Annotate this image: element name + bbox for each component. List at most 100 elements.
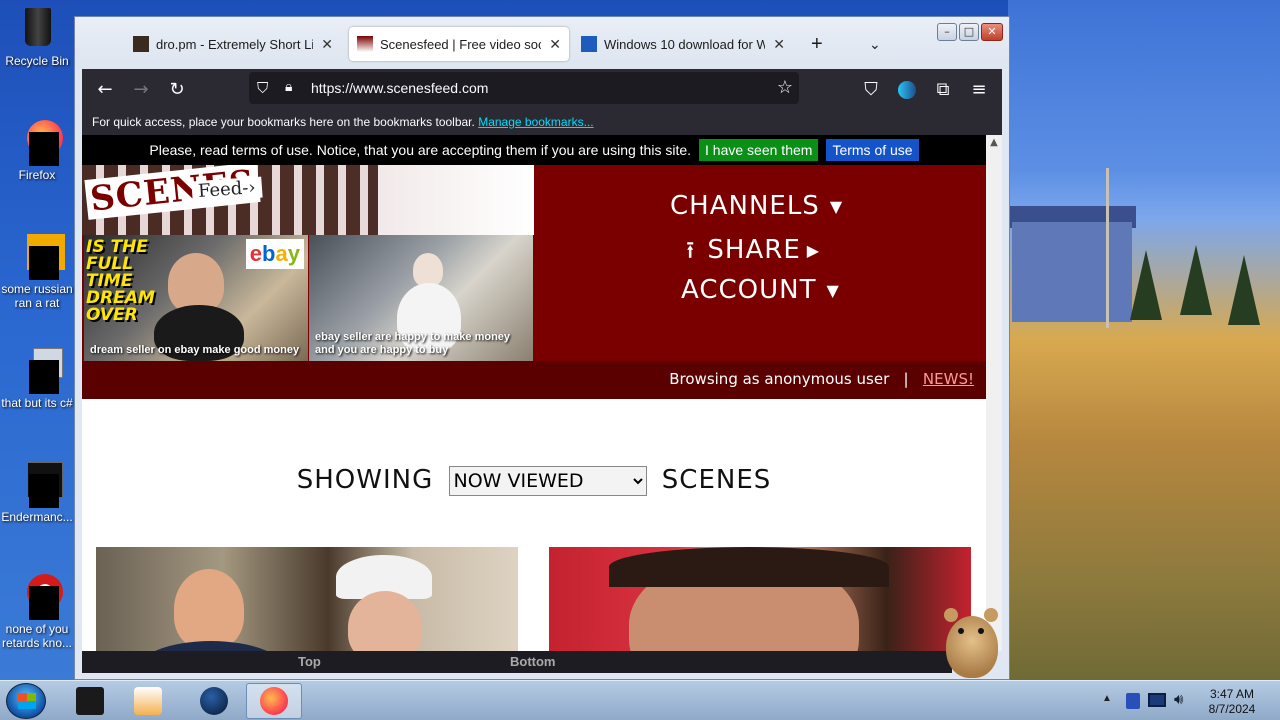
terminal-icon	[15, 462, 63, 508]
puzzle-icon: ⧉	[936, 79, 950, 100]
plus-icon: +	[811, 32, 823, 55]
close-icon[interactable]: ✕	[549, 36, 561, 53]
thumbnail-caption: dream seller on ebay make good money	[90, 344, 300, 356]
reload-button[interactable]: ↻	[164, 77, 190, 103]
taskbar: ▲ 🔊︎ 3:47 AM 8/7/2024	[0, 680, 1280, 720]
desktop-icon-endermanch[interactable]: Endermanc...	[0, 462, 74, 524]
ebay-logo: ebay	[245, 239, 304, 269]
tab-bar: dro.pm - Extremely Short Links ✕ Scenesf…	[75, 17, 1009, 69]
close-window-button[interactable]: ✕	[981, 23, 1003, 41]
tree	[1180, 245, 1212, 315]
bookmarks-toolbar: For quick access, place your bookmarks h…	[82, 111, 1002, 135]
lock-icon[interactable]: 🔒︎	[285, 79, 292, 95]
terms-notice-bar: Please, read terms of use. Notice, that …	[82, 135, 986, 165]
extensions-button[interactable]: ⧉	[930, 77, 956, 103]
list-tabs-button[interactable]: ⌄	[861, 27, 891, 61]
shield-icon[interactable]: ⛉	[257, 79, 268, 97]
desktop-icon-label: Endermanc...	[1, 510, 73, 524]
caret-down-icon: ▼	[829, 197, 844, 216]
arrow-right-icon: →	[133, 79, 149, 100]
scenesfeed-logo[interactable]: SCENES Feed-›	[82, 165, 534, 235]
page-scrollbar[interactable]: ▲	[986, 135, 1002, 651]
clock[interactable]: 3:47 AM 8/7/2024	[1196, 687, 1268, 717]
recycle-bin-icon	[15, 6, 59, 50]
channels-label: CHANNELS	[670, 191, 820, 221]
taskbar-app-globe[interactable]	[186, 683, 242, 719]
star-bookmark-icon[interactable]: ☆	[777, 77, 793, 98]
tab-windows10[interactable]: Windows 10 download for Win ✕	[573, 27, 793, 61]
channels-menu[interactable]: CHANNELS ▼	[670, 191, 843, 221]
desktop-icon-label: some russian ran a rat	[1, 282, 73, 310]
seen-terms-button[interactable]: I have seen them	[699, 139, 819, 161]
minimize-button[interactable]: –	[937, 23, 957, 41]
share-menu[interactable]: ⭱ SHARE ▶	[686, 233, 820, 274]
taskbar-app-media-player[interactable]	[120, 683, 176, 719]
thumbnail-person	[413, 253, 443, 287]
url-text[interactable]: https://www.scenesfeed.com	[311, 80, 488, 96]
pocket-icon: ⛉	[864, 79, 878, 100]
manage-bookmarks-link[interactable]: Manage bookmarks...	[478, 115, 593, 129]
media-player-icon	[134, 687, 162, 715]
user-status-bar: Browsing as anonymous user | NEWS!	[82, 361, 986, 399]
new-tab-button[interactable]: +	[803, 27, 833, 61]
scene-hair	[609, 547, 889, 587]
desktop-icon-russian-rat[interactable]: some russian ran a rat	[0, 234, 74, 310]
volume-icon[interactable]: 🔊︎	[1174, 691, 1183, 708]
forward-button[interactable]: →	[128, 77, 154, 103]
terms-notice-text: Please, read terms of use. Notice, that …	[149, 142, 692, 158]
scene-thumbnail[interactable]	[549, 547, 971, 651]
scroll-up-arrow-icon[interactable]: ▲	[986, 135, 1002, 151]
scenesfeed-favicon-icon	[357, 36, 373, 52]
desktop-icon-firefox[interactable]: Firefox	[0, 120, 74, 182]
news-link[interactable]: NEWS!	[923, 370, 974, 388]
taskbar-app-firefox[interactable]	[246, 683, 302, 719]
scene-filter-select[interactable]: NOW VIEWED	[448, 465, 647, 496]
start-button[interactable]	[6, 683, 46, 719]
desktop-icon-recycle-bin[interactable]: Recycle Bin	[0, 6, 74, 68]
showing-label: SHOWING	[296, 465, 434, 495]
featured-thumbnail[interactable]: ebay seller are happy to make money and …	[309, 235, 533, 361]
bottom-navigation: Top Bottom	[82, 651, 952, 673]
url-bar[interactable]: ⛉ 🔒︎ https://www.scenesfeed.com ☆	[249, 72, 799, 104]
tab-title: Windows 10 download for Win	[604, 36, 766, 52]
featured-thumbnail[interactable]: IS THE FULL TIME DREAM OVER ebay dream s…	[84, 235, 308, 361]
maximize-button[interactable]: □	[959, 23, 979, 41]
desktop-icon-csharp[interactable]: that but its c#	[0, 348, 74, 410]
browsing-status: Browsing as anonymous user	[669, 370, 890, 388]
caret-right-icon: ▶	[806, 241, 821, 260]
hamster-desktop-pet[interactable]	[938, 606, 1004, 682]
taskbar-app-terminal[interactable]	[62, 683, 118, 719]
terms-of-use-button[interactable]: Terms of use	[826, 139, 919, 161]
thumbnail-headline: IS THE FULL TIME DREAM OVER	[86, 237, 155, 325]
scene-filter-row: SHOWING NOW VIEWED SCENES	[82, 465, 986, 496]
firefox-icon	[15, 120, 63, 166]
shield-tray-icon[interactable]	[1126, 693, 1140, 709]
scene-person	[174, 569, 244, 649]
cube-icon	[76, 687, 104, 715]
dro-pm-favicon-icon	[133, 36, 149, 52]
back-button[interactable]: ←	[92, 77, 118, 103]
extension-globe-icon	[898, 81, 916, 99]
bottom-link[interactable]: Bottom	[510, 654, 556, 669]
desktop-icon-retards[interactable]: none of you retards kno...	[0, 574, 74, 650]
tab-dro-pm[interactable]: dro.pm - Extremely Short Links ✕	[125, 27, 341, 61]
extension-button[interactable]	[894, 77, 920, 103]
tab-scenesfeed[interactable]: Scenesfeed | Free video social n ✕	[349, 27, 569, 61]
account-menu[interactable]: ACCOUNT ▼	[681, 275, 840, 305]
site-header: SCENES Feed-› IS THE FULL TIME DREAM OVE…	[82, 165, 986, 399]
thumbnail-caption: ebay seller are happy to make money and …	[315, 331, 511, 356]
close-icon[interactable]: ✕	[321, 36, 333, 53]
red-app-icon	[15, 574, 63, 620]
menu-button[interactable]: ≡	[966, 77, 992, 103]
scene-thumbnail[interactable]	[96, 547, 518, 651]
tab-title: Scenesfeed | Free video social n	[380, 36, 541, 52]
pocket-button[interactable]: ⛉	[858, 77, 884, 103]
tree	[1228, 255, 1260, 325]
web-page: Please, read terms of use. Notice, that …	[82, 135, 986, 651]
network-icon[interactable]	[1148, 693, 1166, 707]
close-icon[interactable]: ✕	[773, 36, 785, 53]
show-hidden-icons-icon[interactable]: ▲	[1102, 693, 1112, 704]
top-link[interactable]: Top	[298, 654, 321, 669]
share-label: SHARE	[707, 235, 801, 265]
chevron-down-icon: ⌄	[869, 35, 881, 52]
